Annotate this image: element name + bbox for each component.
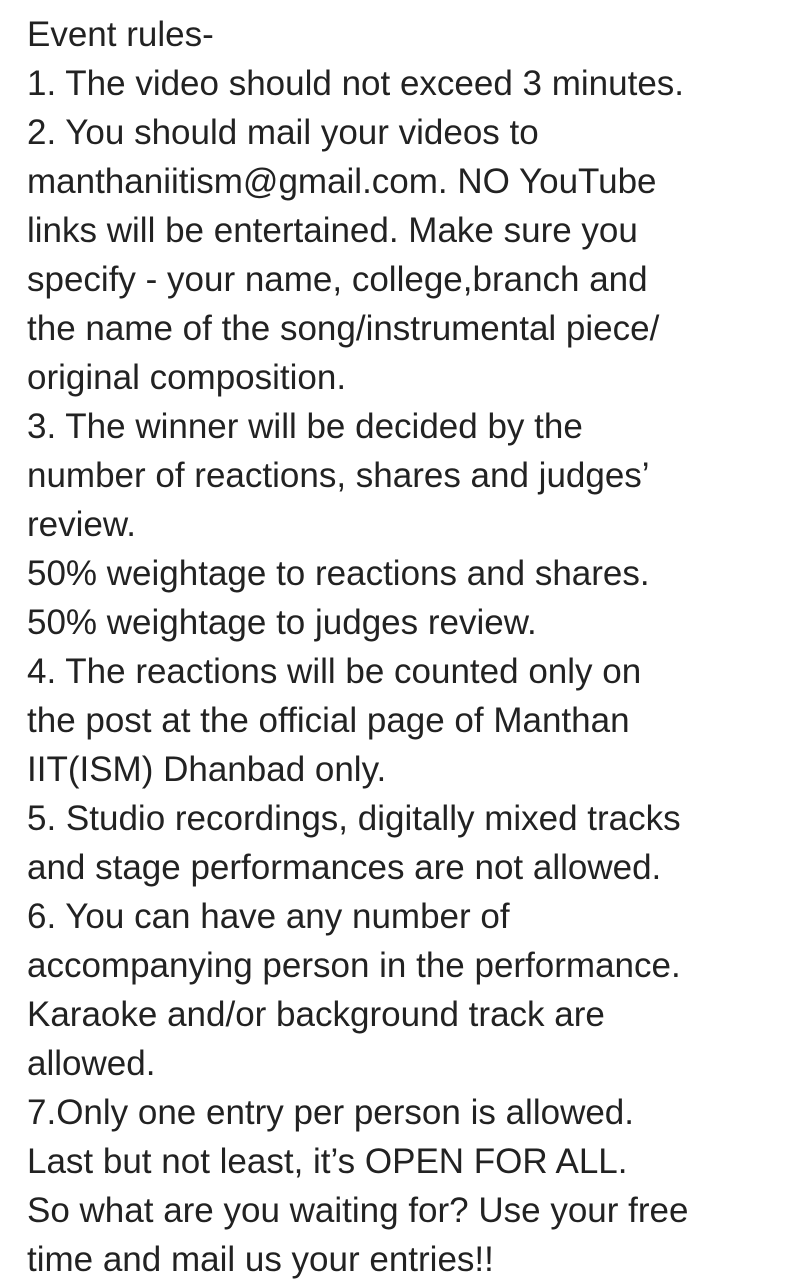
clipped-previous-line <box>0 0 791 8</box>
text-line: number of reactions, shares and judges’ <box>27 456 650 495</box>
text-line: links will be entertained. Make sure you <box>27 211 638 250</box>
text-line: the name of the song/instrumental piece/ <box>27 309 660 348</box>
text-line: So what are you waiting for? Use your fr… <box>27 1191 689 1230</box>
text-line: the post at the official page of Manthan <box>27 701 630 740</box>
text-line: allowed. <box>27 1044 156 1083</box>
text-line: review. <box>27 505 136 544</box>
text-line: Karaoke and/or background track are <box>27 995 605 1034</box>
message-text: Event rules- 1. The video should not exc… <box>27 10 787 1284</box>
text-line: 50% weightage to reactions and shares. <box>27 554 650 593</box>
text-line: 3. The winner will be decided by the <box>27 407 583 446</box>
text-line: 6. You can have any number of <box>27 897 510 936</box>
text-line: and stage performances are not allowed. <box>27 848 662 887</box>
text-line: specify - your name, college,branch and <box>27 260 648 299</box>
text-line: 50% weightage to judges review. <box>27 603 537 642</box>
text-line: Event rules- <box>27 15 214 54</box>
text-line: manthaniitism@gmail.com. NO YouTube <box>27 162 657 201</box>
text-line: original composition. <box>27 358 347 397</box>
text-line: 2. You should mail your videos to <box>27 113 539 152</box>
text-line: time and mail us your entries!! <box>27 1240 494 1279</box>
text-line: accompanying person in the performance. <box>27 946 681 985</box>
text-line: 4. The reactions will be counted only on <box>27 652 642 691</box>
text-line: 5. Studio recordings, digitally mixed tr… <box>27 799 681 838</box>
text-line: Last but not least, it’s OPEN FOR ALL. <box>27 1142 628 1181</box>
text-line: 1. The video should not exceed 3 minutes… <box>27 64 685 103</box>
text-line: IIT(ISM) Dhanbad only. <box>27 750 387 789</box>
text-line: 7.Only one entry per person is allowed. <box>27 1093 634 1132</box>
